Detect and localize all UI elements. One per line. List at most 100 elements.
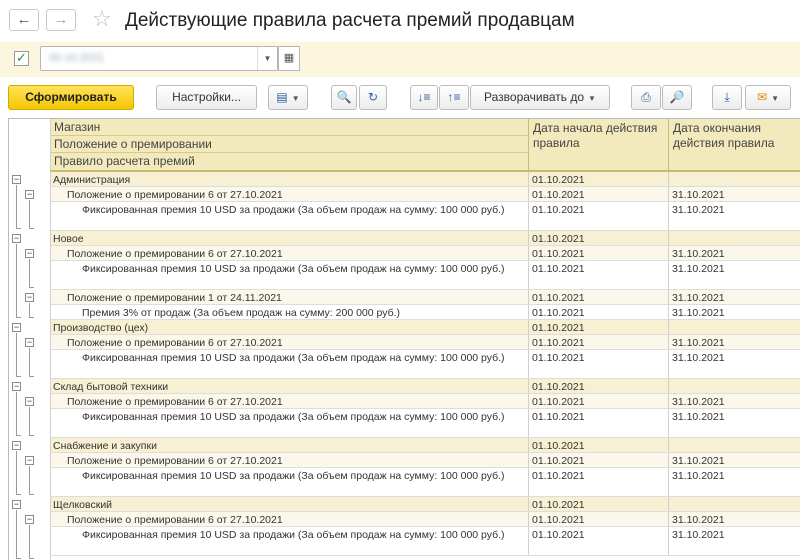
row-name-cell: Администрация (53, 174, 131, 186)
policy-group-row[interactable]: Положение о премировании 1 от 24.11.2021… (51, 290, 800, 305)
header-store: Магазин (51, 119, 528, 136)
tree-guide-line (16, 376, 21, 377)
back-button[interactable]: ← (9, 9, 39, 31)
header-bonus-policy: Положение о премировании (51, 136, 528, 153)
rule-row[interactable]: Фиксированная премия 10 USD за продажи (… (51, 468, 800, 497)
end-date-cell: 31.10.2021 (668, 246, 800, 260)
end-date-cell: 31.10.2021 (668, 409, 800, 437)
sort-asc-icon: ↑≡ (447, 90, 461, 104)
tree-guide-line (16, 451, 17, 495)
period-checkbox[interactable]: ✓ (14, 51, 29, 66)
store-group-row[interactable]: Щелковский 01.10.2021 (51, 497, 800, 512)
tree-guide-line (29, 287, 34, 288)
end-date-cell: 31.10.2021 (668, 261, 800, 289)
expand-to-button[interactable]: Разворачивать до ▼ (470, 85, 610, 110)
rule-row[interactable]: Фиксированная премия 10 USD за продажи (… (51, 202, 800, 231)
store-group-row[interactable]: Снабжение и закупки 01.10.2021 (51, 438, 800, 453)
row-name-cell: Фиксированная премия 10 USD за продажи (… (82, 529, 505, 541)
download-icon: ⤓ (724, 90, 730, 104)
start-date-cell: 01.10.2021 (528, 320, 668, 334)
tree-guide-line (29, 303, 30, 318)
rule-row[interactable]: Премия 3% от продаж (За объем продаж на … (51, 305, 800, 320)
collapse-toggle-icon[interactable]: − (12, 441, 21, 450)
expand-to-label: Разворачивать до (484, 90, 585, 104)
report-spreadsheet[interactable]: Магазин Положение о премировании Правило… (8, 118, 800, 560)
forward-button[interactable]: → (46, 9, 76, 31)
save-button[interactable]: ⤓ (712, 85, 742, 110)
search-refresh-button[interactable]: ↻ (359, 85, 387, 110)
chevron-down-icon: ▼ (291, 94, 300, 103)
end-date-cell (668, 172, 800, 186)
period-input[interactable]: 00.10.2021 ▼ (40, 46, 278, 71)
collapse-toggle-icon[interactable]: − (12, 175, 21, 184)
rule-row[interactable]: Фиксированная премия 10 USD за продажи (… (51, 350, 800, 379)
collapse-toggle-icon[interactable]: − (25, 293, 34, 302)
collapse-toggle-icon[interactable]: − (25, 456, 34, 465)
search-button[interactable]: 🔍 (331, 85, 357, 110)
policy-group-row[interactable]: Положение о премировании 6 от 27.10.2021… (51, 246, 800, 261)
settings-button[interactable]: Настройки... (156, 85, 257, 110)
favorite-star-icon[interactable]: ☆ (92, 6, 112, 32)
printer-icon: ⎙ (641, 90, 651, 104)
row-name-cell: Щелковский (53, 499, 113, 511)
expand-groups-button[interactable]: ↑≡ (439, 85, 469, 110)
start-date-cell: 01.10.2021 (528, 512, 668, 526)
chevron-down-icon[interactable]: ▼ (257, 47, 277, 70)
store-group-row[interactable]: Новое 01.10.2021 (51, 231, 800, 246)
collapse-toggle-icon[interactable]: − (25, 338, 34, 347)
collapse-toggle-icon[interactable]: − (25, 397, 34, 406)
row-name-cell: Склад бытовой техники (53, 381, 169, 393)
report-variant-icon: ▤ (276, 90, 288, 104)
chevron-down-icon: ▼ (588, 94, 596, 103)
preview-icon: 🔎 (669, 90, 685, 104)
collapse-toggle-icon[interactable]: − (25, 249, 34, 258)
row-name-cell: Новое (53, 233, 84, 245)
collapse-toggle-icon[interactable]: − (25, 515, 34, 524)
policy-group-row[interactable]: Положение о премировании 6 от 27.10.2021… (51, 187, 800, 202)
store-group-row[interactable]: Производство (цех) 01.10.2021 (51, 320, 800, 335)
calendar-button[interactable]: ▦ (278, 46, 300, 71)
header-start-date: Дата начала действия правила (528, 119, 668, 172)
start-date-cell: 01.10.2021 (528, 379, 668, 393)
start-date-cell: 01.10.2021 (528, 246, 668, 260)
end-date-cell (668, 320, 800, 334)
rule-row[interactable]: Фиксированная премия 10 USD за продажи (… (51, 409, 800, 438)
end-date-cell: 31.10.2021 (668, 350, 800, 378)
start-date-cell: 01.10.2021 (528, 350, 668, 378)
policy-group-row[interactable]: Положение о премировании 6 от 27.10.2021… (51, 394, 800, 409)
end-date-cell: 31.10.2021 (668, 394, 800, 408)
arrow-left-icon: ← (16, 11, 32, 28)
row-name-cell: Фиксированная премия 10 USD за продажи (… (82, 263, 505, 275)
policy-group-row[interactable]: Положение о премировании 6 от 27.10.2021… (51, 512, 800, 527)
collapse-toggle-icon[interactable]: − (12, 234, 21, 243)
store-group-row[interactable]: Администрация 01.10.2021 (51, 172, 800, 187)
send-email-button[interactable]: ✉ ▼ (745, 85, 791, 110)
policy-group-row[interactable]: Положение о премировании 6 от 27.10.2021… (51, 335, 800, 350)
row-name-cell: Фиксированная премия 10 USD за продажи (… (82, 352, 505, 364)
start-date-cell: 01.10.2021 (528, 305, 668, 319)
tree-guide-line (29, 348, 30, 377)
collapse-toggle-icon[interactable]: − (12, 323, 21, 332)
end-date-cell: 31.10.2021 (668, 512, 800, 526)
print-preview-button[interactable]: 🔎 (662, 85, 692, 110)
policy-group-row[interactable]: Положение о премировании 6 от 27.10.2021… (51, 453, 800, 468)
report-variant-button[interactable]: ▤ ▼ (268, 85, 308, 110)
generate-button[interactable]: Сформировать (8, 85, 134, 110)
collapse-groups-button[interactable]: ↓≡ (410, 85, 438, 110)
rule-row[interactable]: Фиксированная премия 10 USD за продажи (… (51, 261, 800, 290)
start-date-cell: 01.10.2021 (528, 335, 668, 349)
print-button[interactable]: ⎙ (631, 85, 661, 110)
tree-guide-line (16, 317, 21, 318)
sort-desc-icon: ↓≡ (417, 90, 431, 104)
period-value: 00.10.2021 (49, 52, 105, 64)
start-date-cell: 01.10.2021 (528, 202, 668, 230)
start-date-cell: 01.10.2021 (528, 231, 668, 245)
collapse-toggle-icon[interactable]: − (12, 500, 21, 509)
row-name-cell: Фиксированная премия 10 USD за продажи (… (82, 470, 505, 482)
rule-row[interactable]: Фиксированная премия 10 USD за продажи (… (51, 527, 800, 556)
collapse-toggle-icon[interactable]: − (25, 190, 34, 199)
end-date-cell (668, 231, 800, 245)
collapse-toggle-icon[interactable]: − (12, 382, 21, 391)
tree-guide-line (29, 558, 34, 559)
store-group-row[interactable]: Склад бытовой техники 01.10.2021 (51, 379, 800, 394)
